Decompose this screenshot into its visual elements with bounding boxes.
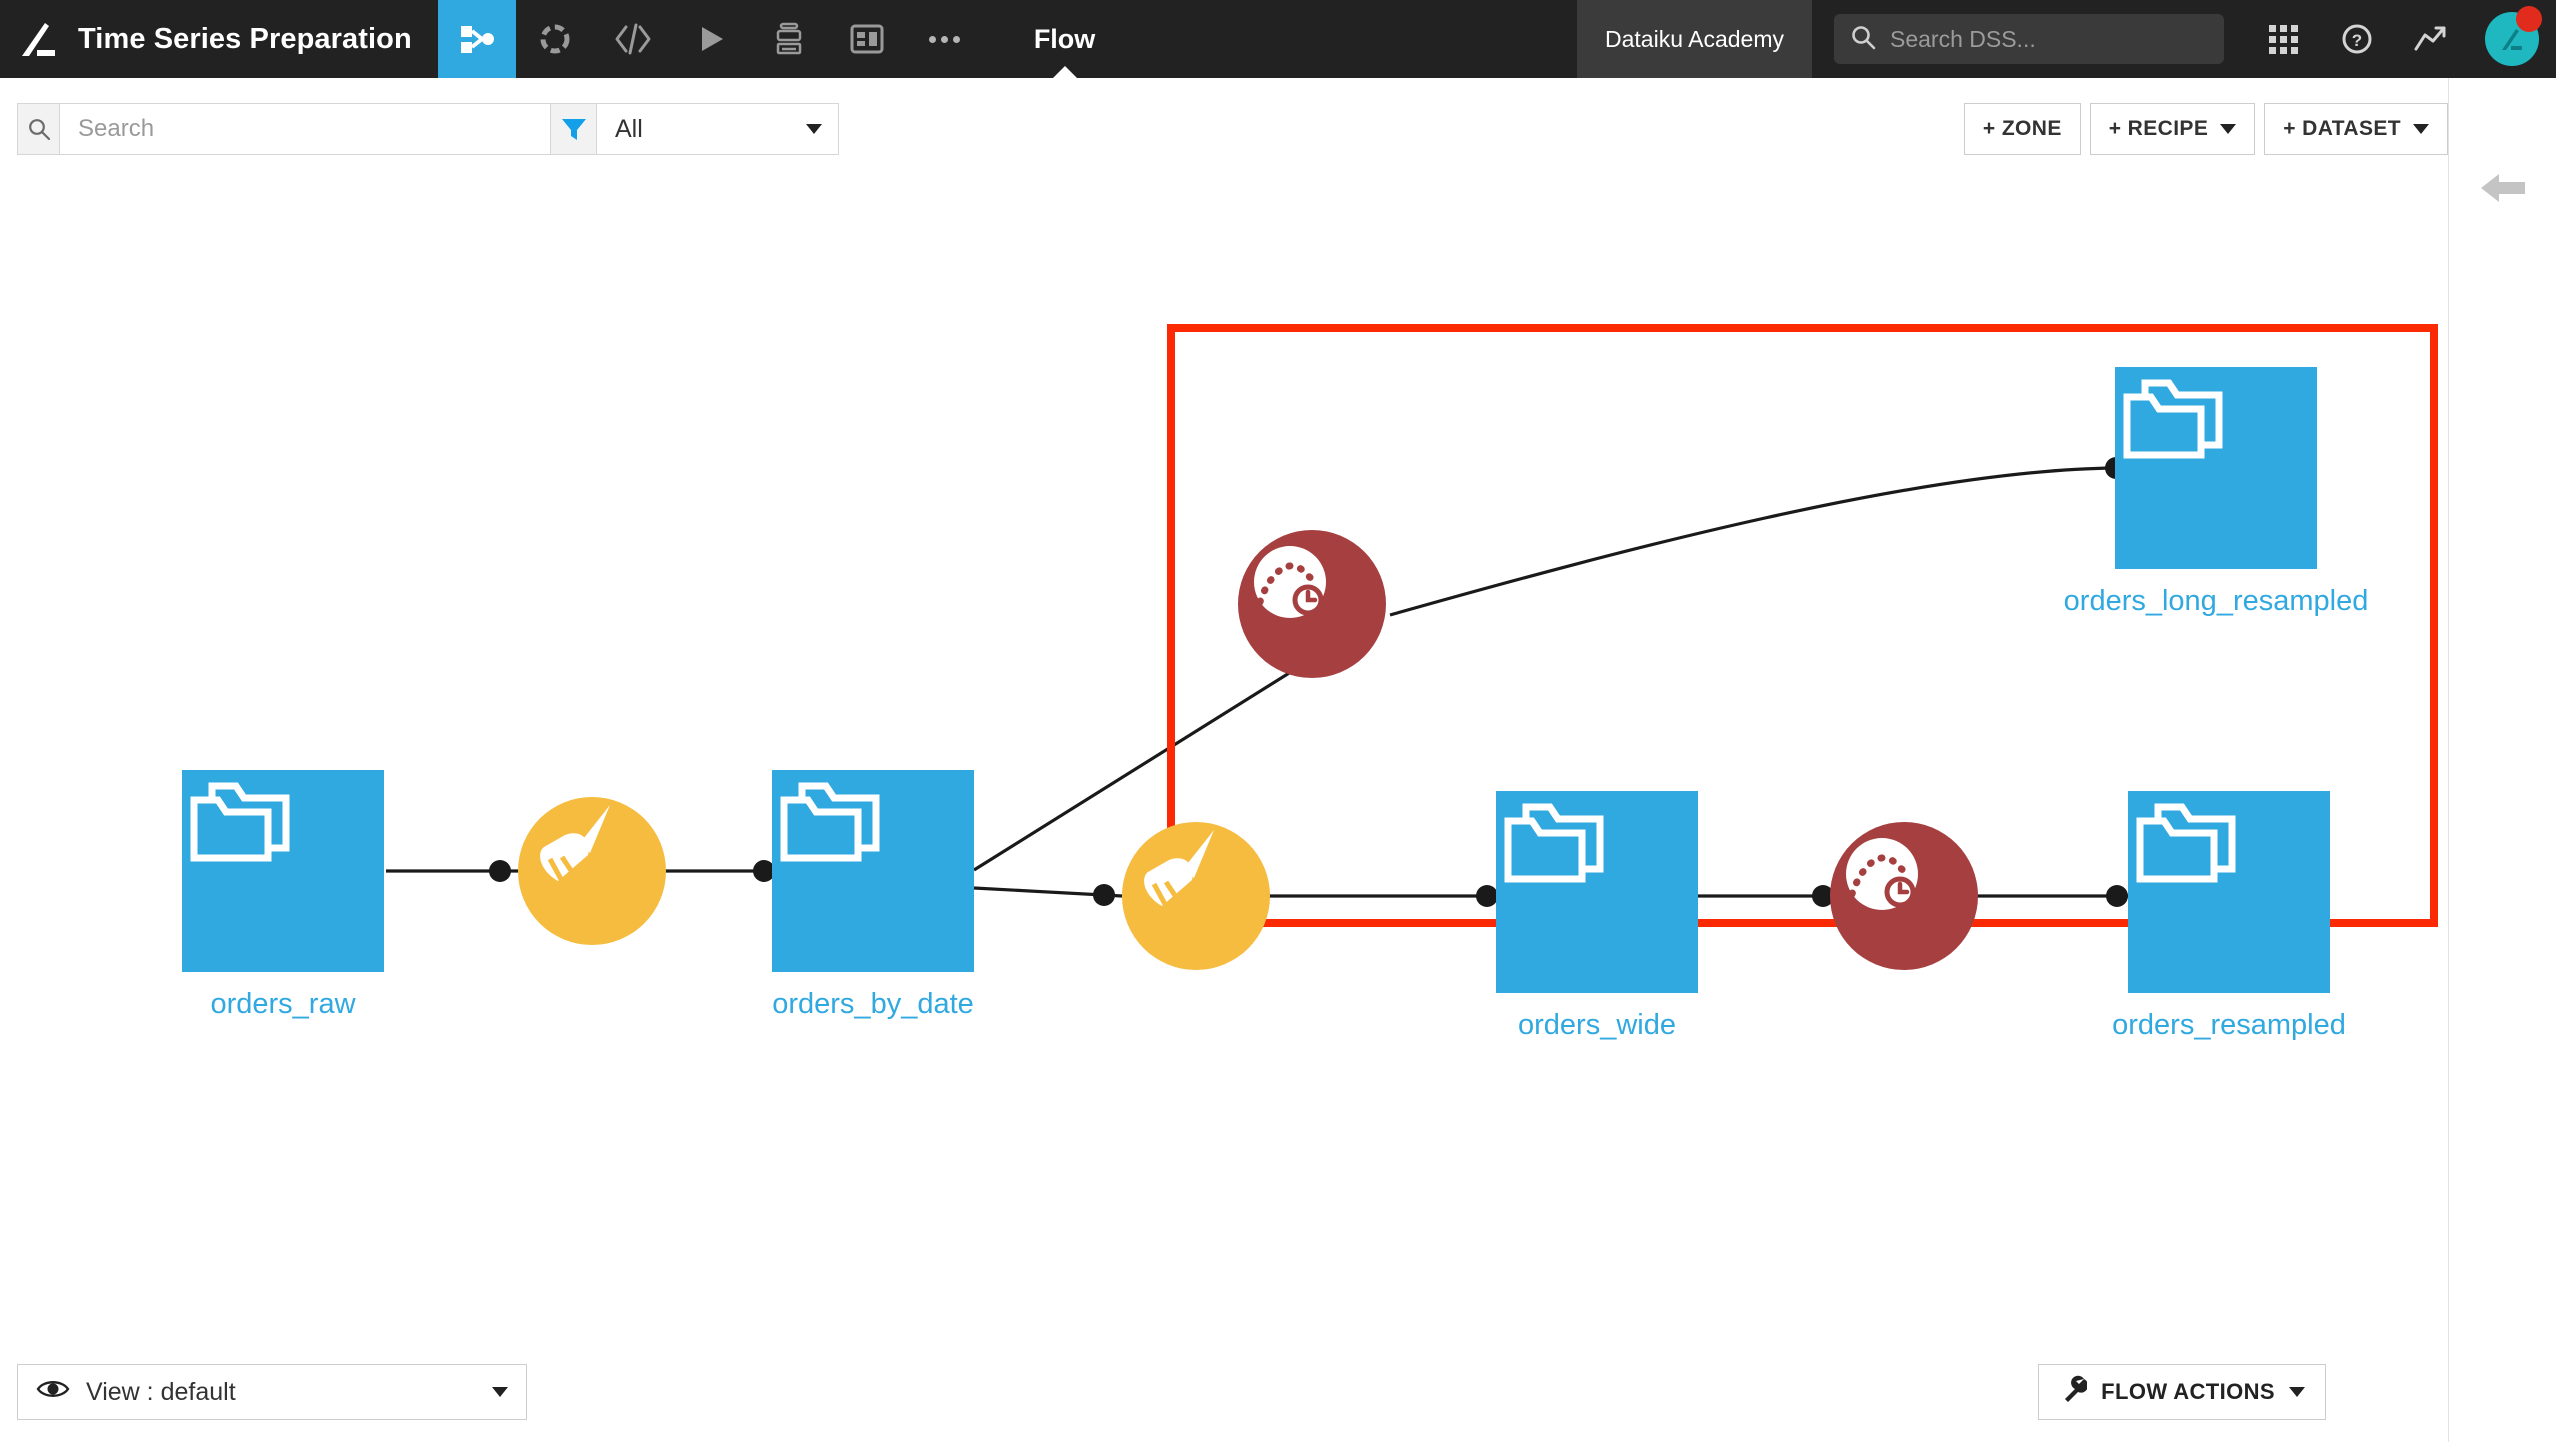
view-selector-label: View : default	[86, 1378, 236, 1407]
prepare-broom-icon	[1122, 822, 1270, 970]
add-recipe-button[interactable]: + RECIPE	[2090, 103, 2255, 155]
view-selector[interactable]: View : default	[17, 1364, 527, 1420]
more-dots-icon[interactable]	[906, 0, 984, 78]
search-dss-placeholder: Search DSS...	[1890, 26, 2036, 53]
flow-search-group: Search	[17, 103, 559, 155]
flow-search-placeholder: Search	[78, 115, 154, 143]
section-label-text: Flow	[1034, 24, 1096, 54]
dataset-folder-icon	[2115, 367, 2317, 569]
apps-grid-icon[interactable]	[2246, 0, 2320, 78]
chevron-down-icon	[2220, 124, 2236, 134]
toolbar-action-buttons: + ZONE + RECIPE + DATASET	[1964, 103, 2448, 155]
flow-filter-group: All	[550, 103, 839, 155]
flow-filter-select[interactable]: All	[596, 103, 839, 155]
wrench-icon	[2059, 1375, 2087, 1409]
prepare-broom-icon	[518, 797, 666, 945]
dataiku-academy-tab[interactable]: Dataiku Academy	[1577, 0, 1812, 78]
eye-icon	[36, 1377, 70, 1408]
add-dataset-label: + DATASET	[2283, 117, 2401, 141]
flow-bottom-bar: View : default FLOW ACTIONS	[0, 1346, 2448, 1442]
dashboard-icon[interactable]	[828, 0, 906, 78]
chevron-down-icon	[2413, 124, 2429, 134]
flow-node-resample-recipe-long[interactable]	[1238, 530, 1386, 678]
flow-filter-value: All	[615, 115, 643, 144]
flow-icon[interactable]	[438, 0, 516, 78]
notification-badge	[2516, 6, 2542, 32]
svg-text:?: ?	[2352, 31, 2362, 50]
flow-actions-button[interactable]: FLOW ACTIONS	[2038, 1364, 2326, 1420]
flow-toolbar: Search All 4 recipes 5 datasets + ZONE	[0, 78, 2556, 170]
add-zone-label: + ZONE	[1983, 117, 2062, 141]
search-icon	[17, 103, 59, 155]
flow-node-label[interactable]: orders_by_date	[772, 988, 974, 1021]
section-label-flow: Flow	[1024, 0, 1106, 78]
search-icon	[1850, 24, 1876, 55]
nav-icon-group	[438, 0, 984, 78]
resampling-clock-icon	[1830, 822, 1978, 970]
filter-funnel-icon	[550, 103, 596, 155]
flow-node-label[interactable]: orders_resampled	[2112, 1009, 2346, 1042]
dataiku-flow-page: Time Series Preparation	[0, 0, 2556, 1442]
help-question-icon[interactable]: ?	[2320, 0, 2394, 78]
flow-canvas[interactable]: orders_raw orders_by_date	[0, 170, 2448, 1346]
dataiku-logo-icon[interactable]	[0, 0, 78, 78]
dataset-folder-icon	[182, 770, 384, 972]
flow-node-orders-by-date[interactable]: orders_by_date	[772, 770, 974, 972]
add-recipe-label: + RECIPE	[2109, 117, 2208, 141]
arrow-left-icon[interactable]	[2477, 166, 2529, 1442]
add-dataset-button[interactable]: + DATASET	[2264, 103, 2448, 155]
chevron-down-icon	[806, 124, 822, 134]
flow-search-input[interactable]: Search	[59, 103, 559, 155]
flow-node-resample-recipe-wide[interactable]	[1830, 822, 1978, 970]
dataset-folder-icon	[2128, 791, 2330, 993]
user-avatar[interactable]	[2468, 0, 2556, 78]
datasets-stack-icon[interactable]	[750, 0, 828, 78]
flow-node-label[interactable]: orders_long_resampled	[2064, 585, 2369, 618]
flow-node-prepare-recipe-1[interactable]	[518, 797, 666, 945]
flow-node-orders-resampled[interactable]: orders_resampled	[2128, 791, 2330, 993]
project-title[interactable]: Time Series Preparation	[78, 23, 438, 56]
dataset-folder-icon	[772, 770, 974, 972]
code-icon[interactable]	[594, 0, 672, 78]
flow-node-prepare-recipe-2[interactable]	[1122, 822, 1270, 970]
resampling-clock-icon	[1238, 530, 1386, 678]
add-zone-button[interactable]: + ZONE	[1964, 103, 2081, 155]
search-dss-input[interactable]: Search DSS...	[1834, 14, 2224, 64]
flow-node-label[interactable]: orders_wide	[1518, 1009, 1676, 1042]
chevron-down-icon	[2289, 1387, 2305, 1397]
jobs-play-icon[interactable]	[672, 0, 750, 78]
right-side-panel	[2448, 78, 2556, 1442]
lab-icon[interactable]	[516, 0, 594, 78]
flow-node-orders-raw[interactable]: orders_raw	[182, 770, 384, 972]
flow-node-orders-long-resampled[interactable]: orders_long_resampled	[2115, 367, 2317, 569]
trend-arrow-icon[interactable]	[2394, 0, 2468, 78]
section-caret-indicator	[1053, 66, 1077, 78]
nav-right-group: Dataiku Academy Search DSS... ?	[1577, 0, 2556, 78]
flow-node-orders-wide[interactable]: orders_wide	[1496, 791, 1698, 993]
flow-actions-label: FLOW ACTIONS	[2101, 1379, 2275, 1405]
top-navigation-bar: Time Series Preparation	[0, 0, 2556, 78]
chevron-down-icon	[492, 1387, 508, 1397]
flow-node-label[interactable]: orders_raw	[210, 988, 355, 1021]
dataset-folder-icon	[1496, 791, 1698, 993]
